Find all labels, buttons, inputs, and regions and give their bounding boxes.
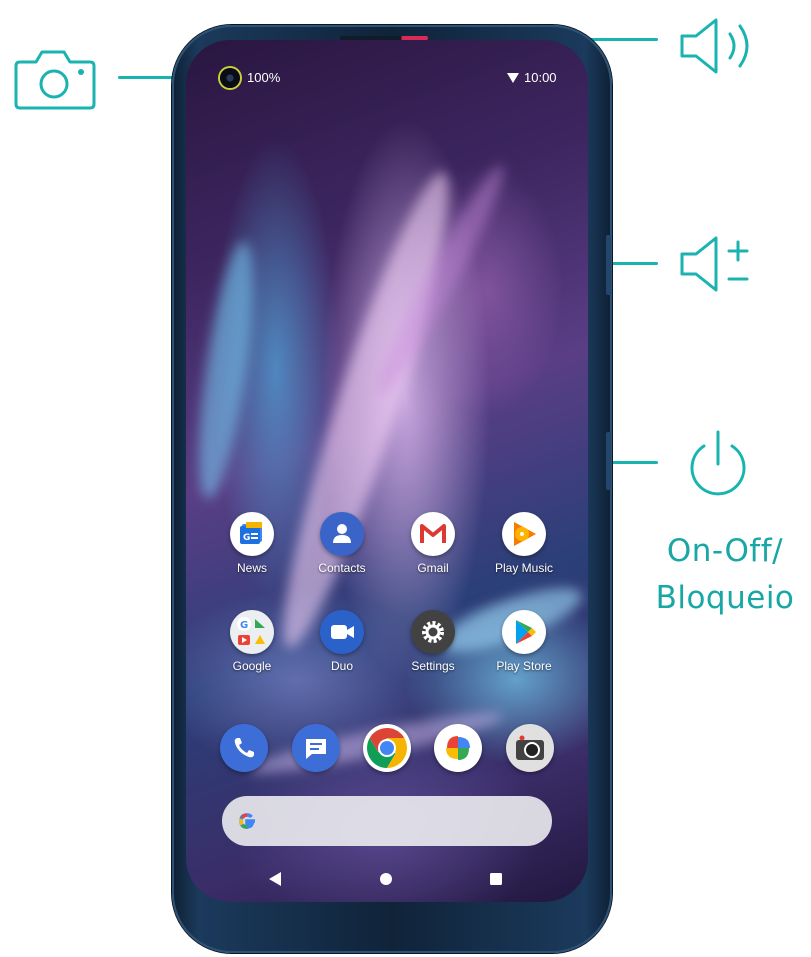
wallpaper-streak [260, 162, 472, 658]
app-duo[interactable]: Duo [302, 610, 382, 673]
power-callout-label: On-Off/ Bloqueio [640, 528, 810, 622]
battery-level: 100% [247, 70, 281, 85]
duo-icon [320, 610, 364, 654]
app-label: News [236, 561, 267, 575]
app-settings[interactable]: Settings [393, 610, 473, 673]
camera-icon [14, 50, 96, 110]
phone-screen [186, 40, 588, 902]
svg-text:G: G [243, 533, 250, 543]
app-news[interactable]: G News [212, 512, 292, 575]
speaker-icon [680, 18, 749, 74]
clock: 10:00 [524, 70, 557, 85]
contacts-icon [320, 512, 364, 556]
app-label: Gmail [417, 561, 449, 575]
settings-icon [411, 610, 455, 654]
wifi-icon [507, 73, 519, 83]
volume-icon [680, 236, 749, 292]
app-label: Settings [411, 659, 455, 673]
front-camera [220, 68, 240, 88]
volume-callout-line [610, 262, 658, 265]
camera-app-icon[interactable] [506, 724, 554, 772]
app-label: Contacts [318, 561, 366, 575]
play-music-icon [502, 512, 546, 556]
app-label: Play Store [496, 659, 552, 673]
power-callout-line [610, 461, 658, 464]
app-label: Play Music [494, 561, 553, 575]
power-icon [690, 430, 746, 496]
app-contacts[interactable]: Contacts [302, 512, 382, 575]
earpiece [340, 36, 428, 40]
photos-app-icon[interactable] [434, 724, 482, 772]
wallpaper-streak [188, 238, 264, 502]
volume-key[interactable] [606, 235, 611, 295]
chrome-app-icon[interactable] [363, 724, 411, 772]
gmail-icon [411, 512, 455, 556]
news-icon: G [230, 512, 274, 556]
google-search-bar[interactable] [222, 796, 552, 846]
google-g-icon [239, 813, 255, 829]
power-label-line1: On-Off/ [666, 533, 784, 569]
app-google-folder[interactable]: G Google [212, 610, 292, 673]
back-icon[interactable] [268, 871, 282, 887]
svg-text:G: G [240, 620, 248, 631]
app-label: Google [232, 659, 272, 673]
power-key[interactable] [606, 432, 611, 490]
messages-app-icon[interactable] [292, 724, 340, 772]
recents-icon[interactable] [490, 873, 502, 885]
app-play-music[interactable]: Play Music [484, 512, 564, 575]
google-folder-icon: G [230, 610, 274, 654]
play-store-icon [502, 610, 546, 654]
power-label-line2: Bloqueio [655, 580, 795, 616]
home-icon[interactable] [380, 873, 392, 885]
app-gmail[interactable]: Gmail [393, 512, 473, 575]
app-label: Duo [330, 659, 353, 673]
app-play-store[interactable]: Play Store [484, 610, 564, 673]
phone-app-icon[interactable] [220, 724, 268, 772]
